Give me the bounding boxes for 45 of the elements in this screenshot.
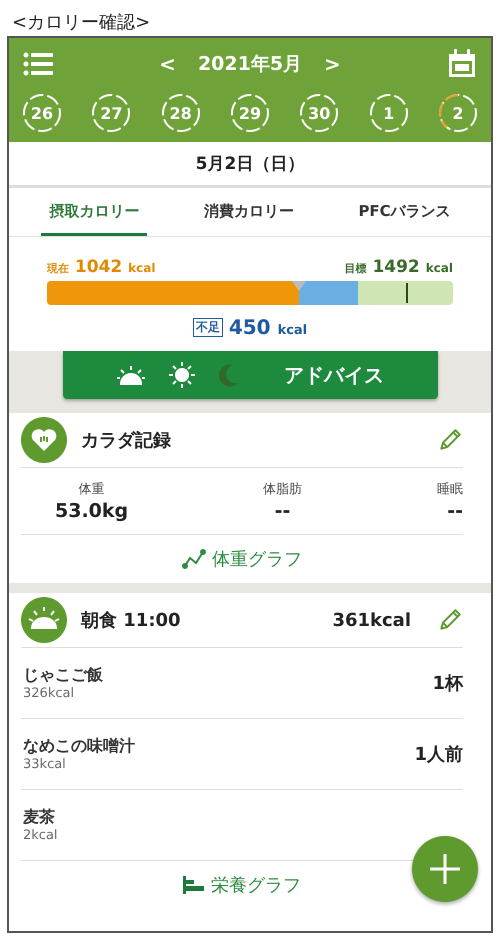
shortfall-value: 450 kcal <box>228 315 308 339</box>
previous-month-button[interactable]: < <box>155 52 180 76</box>
tab[interactable]: PFCバランス <box>350 188 459 236</box>
line-graph-icon <box>182 549 206 569</box>
day-button[interactable]: 26 <box>21 92 63 134</box>
food-name: 麦茶 <box>23 807 56 828</box>
date-heading: 5月2日（日） <box>9 142 491 188</box>
stat-value: -- <box>274 500 290 522</box>
food-amount: 1杯 <box>432 672 463 695</box>
day-button[interactable]: 29 <box>228 92 271 134</box>
advice-button[interactable]: アドバイス <box>62 351 438 399</box>
stat-label: 睡眠 <box>437 481 463 498</box>
plus-icon <box>428 852 462 886</box>
day-button[interactable]: 28 <box>160 92 202 134</box>
current-calories: 現在 1042 kcal <box>47 257 156 277</box>
meal-calories: 361kcal <box>332 610 411 630</box>
month-title: 2021年5月 <box>198 52 302 77</box>
stat-label: 体脂肪 <box>263 481 302 498</box>
pointer-icon <box>292 281 306 291</box>
food-calories: 2kcal <box>23 828 58 843</box>
food-name: なめこの味噌汁 <box>23 736 135 757</box>
food-calories: 326kcal <box>23 686 76 701</box>
food-name: じゃこご飯 <box>23 665 103 686</box>
target-calories: 目標 1492 kcal <box>344 257 453 277</box>
food-amount: 1人前 <box>414 743 463 766</box>
shortfall-tag: 不足 <box>192 318 223 336</box>
page-caption: <カロリー確認> <box>11 11 152 35</box>
menu-icon[interactable] <box>23 52 53 76</box>
bar-graph-icon <box>183 876 205 894</box>
next-month-button[interactable]: > <box>320 52 345 76</box>
stat-label: 体重 <box>78 481 105 498</box>
day-button[interactable]: 27 <box>90 92 132 134</box>
day-button[interactable]: 2 <box>436 92 479 134</box>
meal-title: 朝食 11:00 <box>81 609 182 632</box>
weight-graph-link[interactable]: 体重グラフ <box>212 547 302 571</box>
stat-value: -- <box>447 500 463 522</box>
calendar-icon[interactable] <box>446 49 477 79</box>
stat-value: 53.0kg <box>55 500 128 522</box>
sunrise-icon <box>21 597 67 643</box>
food-calories: 33kcal <box>23 757 67 772</box>
card-title: カラダ記録 <box>81 429 172 452</box>
tab[interactable]: 消費カロリー <box>196 188 302 236</box>
day-button[interactable]: 1 <box>368 92 410 134</box>
day-button[interactable]: 30 <box>298 92 340 134</box>
nutrition-graph-link[interactable]: 栄養グラフ <box>211 873 301 897</box>
